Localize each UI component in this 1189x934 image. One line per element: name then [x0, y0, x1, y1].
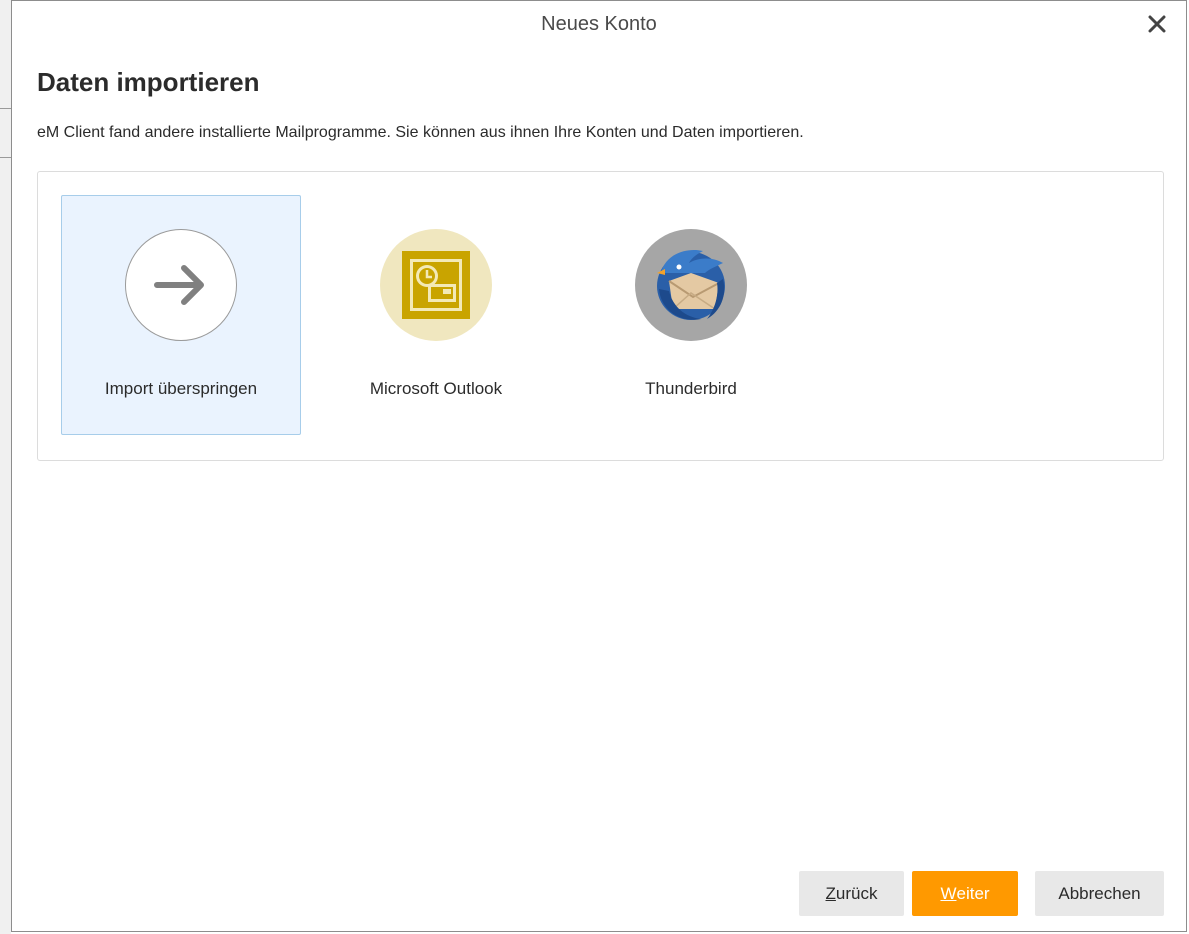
new-account-dialog: Neues Konto Daten importieren eM Client …	[11, 0, 1187, 932]
cancel-button[interactable]: Abbrechen	[1035, 871, 1164, 916]
back-button[interactable]: Zurück	[799, 871, 904, 916]
background-divider	[0, 108, 11, 109]
page-heading: Daten importieren	[37, 67, 260, 97]
background-divider	[0, 157, 11, 158]
background-window-strip	[0, 0, 11, 934]
next-button-label: eiter	[956, 883, 990, 903]
import-options-panel: Import überspringen Microsoft Outlook Th…	[37, 171, 1164, 461]
option-label: Import überspringen	[104, 379, 258, 398]
dialog-title: Neues Konto	[541, 13, 657, 35]
next-button-mnemonic: W	[940, 883, 957, 903]
close-button[interactable]	[1142, 9, 1172, 39]
option-skip-import[interactable]: Import überspringen	[61, 195, 301, 435]
back-button-label: urück	[835, 883, 878, 903]
page-description: eM Client fand andere installierte Mailp…	[37, 124, 804, 141]
option-label: Thunderbird	[645, 379, 737, 398]
close-icon	[1148, 15, 1166, 33]
next-button[interactable]: Weiter	[912, 871, 1018, 916]
cancel-button-label: Abbrechen	[1058, 883, 1141, 903]
option-thunderbird[interactable]: Thunderbird	[571, 195, 811, 435]
option-label: Microsoft Outlook	[369, 379, 503, 398]
back-button-mnemonic: Z	[825, 883, 836, 903]
thunderbird-icon	[635, 229, 747, 341]
option-microsoft-outlook[interactable]: Microsoft Outlook	[316, 195, 556, 435]
outlook-icon	[380, 229, 492, 341]
arrow-right-icon	[125, 229, 237, 341]
